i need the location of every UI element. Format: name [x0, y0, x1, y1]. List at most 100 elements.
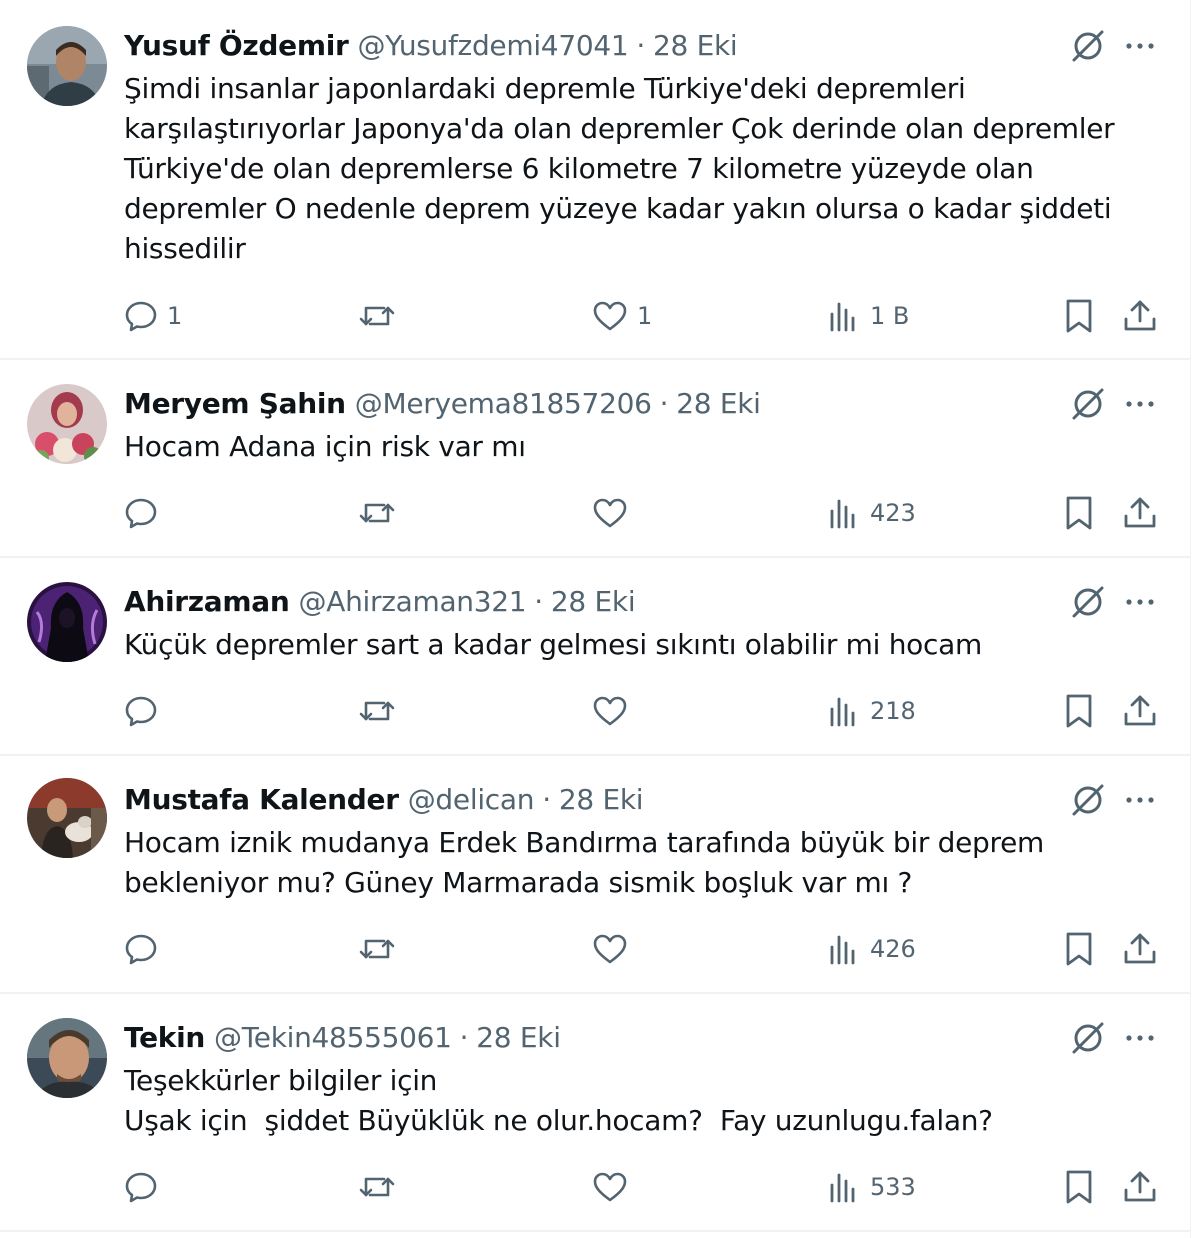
grok-slash-icon[interactable]	[1069, 385, 1107, 423]
bookmark-button[interactable]	[1061, 296, 1097, 336]
author-handle[interactable]: @Yusufzdemi47041	[358, 29, 629, 62]
share-button[interactable]	[1121, 296, 1159, 336]
reply-button[interactable]	[123, 1167, 167, 1207]
author-handle[interactable]: @Ahirzaman321	[299, 585, 527, 618]
bookmark-icon	[1061, 494, 1097, 532]
share-button[interactable]	[1121, 493, 1159, 533]
retweet-arrows-icon	[357, 1169, 397, 1205]
tweet-text-line: Teşekkürler bilgiler için	[124, 1064, 438, 1097]
author-name[interactable]: Tekin	[124, 1021, 205, 1054]
tweet-text-line: karşılaştırıyorlar Japonya'da olan depre…	[124, 112, 1115, 145]
views-button[interactable]: 426	[826, 929, 916, 969]
author-name[interactable]: Yusuf Özdemir	[124, 29, 349, 62]
tweet-text-line: depremler O nedenle deprem yüzeye kadar …	[124, 192, 1112, 225]
avatar[interactable]	[27, 384, 107, 464]
heart-icon	[591, 495, 629, 531]
heart-icon	[591, 693, 629, 729]
views-count: 426	[870, 935, 916, 963]
views-button[interactable]: 423	[826, 493, 916, 533]
retweet-arrows-icon	[357, 693, 397, 729]
more-dots-icon[interactable]	[1122, 30, 1158, 62]
heart-icon	[591, 931, 629, 967]
tweet-date[interactable]: 28 Eki	[551, 585, 636, 618]
tweet-date[interactable]: 28 Eki	[653, 29, 738, 62]
speech-bubble-icon	[123, 931, 159, 967]
tweet-date[interactable]: 28 Eki	[476, 1021, 561, 1054]
author-handle[interactable]: @delican	[408, 783, 535, 816]
tweet-1[interactable]: Meryem Şahin @Meryema81857206 · 28 Eki H…	[0, 360, 1190, 558]
avatar[interactable]	[27, 582, 107, 662]
tweet-3[interactable]: Mustafa Kalender @delican · 28 Eki Hocam…	[0, 756, 1190, 994]
views-button[interactable]: 533	[826, 1167, 916, 1207]
share-button[interactable]	[1121, 1167, 1159, 1207]
tweet-text-line: Küçük depremler sart a kadar gelmesi sık…	[124, 628, 982, 661]
reply-feed: Yusuf Özdemir @Yusufzdemi47041 · 28 Eki …	[0, 0, 1191, 1238]
tweet-text-line: Hocam iznik mudanya Erdek Bandırma taraf…	[124, 826, 1045, 859]
retweet-button[interactable]	[357, 296, 405, 336]
author-name[interactable]: Meryem Şahin	[124, 387, 346, 420]
reply-button[interactable]	[123, 691, 167, 731]
grok-slash-icon[interactable]	[1069, 1019, 1107, 1057]
views-button[interactable]: 1 B	[826, 296, 909, 336]
bookmark-button[interactable]	[1061, 929, 1097, 969]
tweet-text: Teşekkürler bilgiler için Uşak için şidd…	[124, 1061, 1134, 1141]
tweet-4[interactable]: Tekin @Tekin48555061 · 28 Eki Teşekkürle…	[0, 994, 1190, 1232]
heart-icon	[591, 298, 629, 334]
like-button[interactable]: 1	[591, 296, 652, 336]
speech-bubble-icon	[123, 298, 159, 334]
retweet-button[interactable]	[357, 1167, 405, 1207]
bookmark-button[interactable]	[1061, 493, 1097, 533]
share-button[interactable]	[1121, 929, 1159, 969]
tweet-0[interactable]: Yusuf Özdemir @Yusufzdemi47041 · 28 Eki …	[0, 0, 1190, 360]
author-name[interactable]: Mustafa Kalender	[124, 783, 399, 816]
separator-dot: ·	[459, 1020, 469, 1054]
bookmark-button[interactable]	[1061, 1167, 1097, 1207]
bookmark-icon	[1061, 1168, 1097, 1206]
bookmark-button[interactable]	[1061, 691, 1097, 731]
share-button[interactable]	[1121, 691, 1159, 731]
author-handle[interactable]: @Meryema81857206	[355, 387, 652, 420]
share-upload-icon	[1121, 930, 1159, 968]
tweet-date[interactable]: 28 Eki	[676, 387, 761, 420]
views-count: 423	[870, 499, 916, 527]
like-button[interactable]	[591, 929, 637, 969]
share-upload-icon	[1121, 297, 1159, 335]
author-name[interactable]: Ahirzaman	[124, 585, 290, 618]
more-dots-icon[interactable]	[1122, 586, 1158, 618]
author-handle[interactable]: @Tekin48555061	[214, 1021, 452, 1054]
avatar[interactable]	[27, 778, 107, 858]
reply-button[interactable]	[123, 929, 167, 969]
bookmark-icon	[1061, 692, 1097, 730]
tweet-text-line: Uşak için şiddet Büyüklük ne olur.hocam?…	[124, 1104, 993, 1137]
more-dots-icon[interactable]	[1122, 388, 1158, 420]
grok-slash-icon[interactable]	[1069, 781, 1107, 819]
views-count: 1 B	[870, 302, 910, 330]
like-button[interactable]	[591, 691, 637, 731]
retweet-button[interactable]	[357, 493, 405, 533]
tweet-date[interactable]: 28 Eki	[559, 783, 644, 816]
speech-bubble-icon	[123, 495, 159, 531]
reply-button[interactable]: 1	[123, 296, 182, 336]
grok-slash-icon[interactable]	[1069, 27, 1107, 65]
share-upload-icon	[1121, 494, 1159, 532]
bookmark-icon	[1061, 297, 1097, 335]
grok-slash-icon[interactable]	[1069, 583, 1107, 621]
retweet-button[interactable]	[357, 691, 405, 731]
views-count: 533	[870, 1173, 916, 1201]
heart-icon	[591, 1169, 629, 1205]
like-button[interactable]	[591, 1167, 637, 1207]
avatar[interactable]	[27, 26, 107, 106]
retweet-button[interactable]	[357, 929, 405, 969]
more-dots-icon[interactable]	[1122, 784, 1158, 816]
views-count: 218	[870, 697, 916, 725]
avatar[interactable]	[27, 1018, 107, 1098]
reply-count: 1	[167, 302, 183, 330]
reply-button[interactable]	[123, 493, 167, 533]
more-dots-icon[interactable]	[1122, 1022, 1158, 1054]
tweet-2[interactable]: Ahirzaman @Ahirzaman321 · 28 Eki Küçük d…	[0, 558, 1190, 756]
share-upload-icon	[1121, 692, 1159, 730]
like-button[interactable]	[591, 493, 637, 533]
views-button[interactable]: 218	[826, 691, 916, 731]
bar-chart-icon	[826, 1169, 862, 1205]
retweet-arrows-icon	[357, 931, 397, 967]
